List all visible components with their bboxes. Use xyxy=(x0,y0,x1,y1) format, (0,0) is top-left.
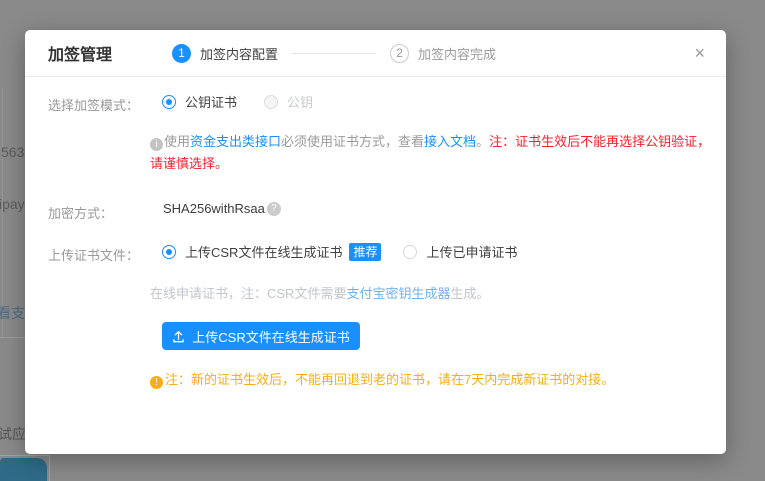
step-1-label: 加签内容配置 xyxy=(200,44,278,63)
encrypt-method-value: SHA256withRsaa ? xyxy=(163,201,281,216)
bg-text-test-app: 试应 xyxy=(0,424,26,444)
radio-selected-icon xyxy=(162,245,176,259)
sign-mode-label: 选择加签模式： xyxy=(48,95,139,114)
steps-indicator: 1 加签内容配置 2 加签内容完成 xyxy=(172,44,496,63)
step-2-circle: 2 xyxy=(390,44,409,63)
csr-note-pre: 在线申请证书，注：CSR文件需要 xyxy=(150,286,346,301)
bg-table-border xyxy=(2,88,3,337)
integration-doc-link[interactable]: 接入文档 xyxy=(424,134,476,149)
cert-switch-warning-text: 注：新的证书生效后，不能再回退到老的证书，请在7天内完成新证书的对接。 xyxy=(165,372,614,387)
csr-note-post: 生成。 xyxy=(450,286,489,301)
note-text-period: 。 xyxy=(476,134,489,149)
modal-title: 加签管理 xyxy=(48,41,112,65)
step-2-label: 加签内容完成 xyxy=(418,44,496,63)
encrypt-method-label: 加密方式： xyxy=(48,203,113,222)
step-1-circle: 1 xyxy=(172,44,191,63)
note-text-mid: 必须使用证书方式，查看 xyxy=(281,134,424,149)
key-generator-link[interactable]: 支付宝密钥生成器 xyxy=(346,286,450,301)
radio-public-key[interactable]: 公钥 xyxy=(264,92,313,111)
close-icon[interactable]: × xyxy=(694,44,705,62)
upload-cert-options: 上传CSR文件在线生成证书 推荐 上传已申请证书 xyxy=(162,242,517,261)
cert-mode-note: i使用资金支出类接口必须使用证书方式，查看接入文档。注：证书生效后不能再选择公钥… xyxy=(150,131,722,175)
bg-text-563: 563 xyxy=(1,144,24,160)
info-icon: i xyxy=(150,138,163,151)
bg-link-fragment: 看支 xyxy=(0,303,25,323)
radio-upload-csr[interactable]: 上传CSR文件在线生成证书 xyxy=(162,242,342,261)
radio-upload-existing[interactable]: 上传已申请证书 xyxy=(403,242,517,261)
recommended-badge: 推荐 xyxy=(349,243,381,261)
warning-icon: ! xyxy=(150,376,163,389)
help-icon[interactable]: ? xyxy=(267,202,281,216)
radio-disabled-icon xyxy=(264,95,278,109)
csr-generator-note: 在线申请证书，注：CSR文件需要支付宝密钥生成器生成。 xyxy=(150,283,489,302)
upload-csr-button[interactable]: 上传CSR文件在线生成证书 xyxy=(162,322,360,350)
step-connector xyxy=(292,53,376,54)
radio-upload-csr-label: 上传CSR文件在线生成证书 xyxy=(185,242,342,261)
radio-public-key-label: 公钥 xyxy=(287,92,313,111)
sign-mode-options: 公钥证书 公钥 xyxy=(162,92,313,111)
signature-management-modal: 加签管理 1 加签内容配置 2 加签内容完成 × 选择加签模式： 公钥证书 公钥… xyxy=(25,30,726,454)
modal-header: 加签管理 1 加签内容配置 2 加签内容完成 × xyxy=(25,30,726,77)
screen: 563 ipay 看支 试应 加签管理 1 加签内容配置 2 加签内容完成 × … xyxy=(0,0,765,481)
radio-public-key-cert-label: 公钥证书 xyxy=(185,92,237,111)
upload-csr-button-label: 上传CSR文件在线生成证书 xyxy=(192,327,349,346)
upload-cert-label: 上传证书文件： xyxy=(48,245,139,264)
funds-api-link[interactable]: 资金支出类接口 xyxy=(190,134,281,149)
radio-upload-existing-label: 上传已申请证书 xyxy=(426,242,517,261)
bg-row-divider xyxy=(0,337,25,338)
note-text-pre: 使用 xyxy=(164,134,190,149)
bg-teal-button xyxy=(0,458,47,481)
upload-icon xyxy=(172,330,185,343)
radio-unselected-icon xyxy=(403,245,417,259)
cert-switch-warning: !注：新的证书生效后，不能再回退到老的证书，请在7天内完成新证书的对接。 xyxy=(150,369,614,389)
radio-public-key-cert[interactable]: 公钥证书 xyxy=(162,92,237,111)
radio-selected-icon xyxy=(162,95,176,109)
bg-text-ipay: ipay xyxy=(0,196,25,212)
encrypt-algorithm: SHA256withRsaa xyxy=(163,201,265,216)
